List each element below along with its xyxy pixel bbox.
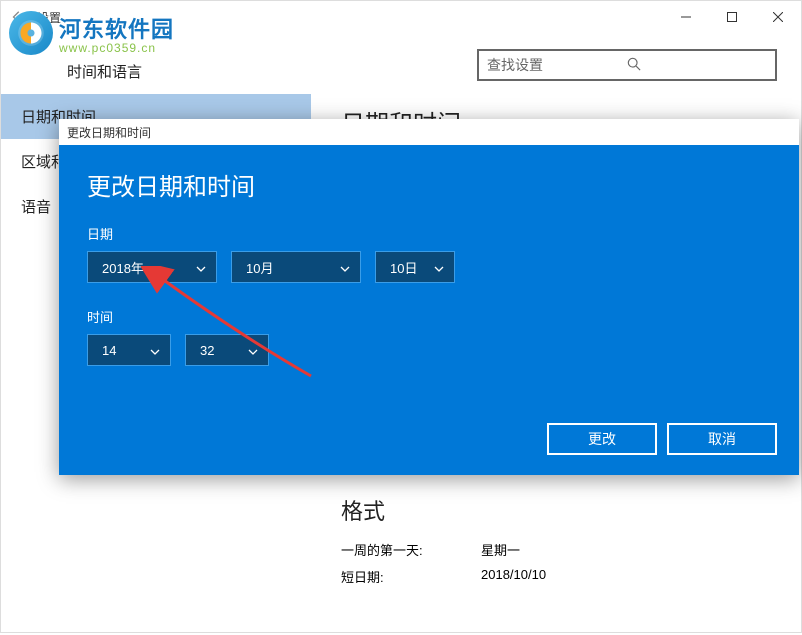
change-datetime-dialog: 更改日期和时间 更改日期和时间 日期 2018年 10月 10日 时间 14	[59, 119, 799, 475]
chevron-down-icon	[434, 260, 444, 275]
first-day-key: 一周的第一天:	[341, 540, 441, 559]
year-dropdown[interactable]: 2018年	[87, 251, 217, 283]
month-dropdown[interactable]: 10月	[231, 251, 361, 283]
short-date-value: 2018/10/10	[481, 567, 546, 586]
first-day-value: 星期一	[481, 540, 520, 559]
short-date-key: 短日期:	[341, 567, 441, 586]
dialog-heading: 更改日期和时间	[87, 167, 771, 202]
chevron-down-icon	[248, 343, 258, 358]
dialog-titlebar: 更改日期和时间	[59, 119, 799, 145]
search-placeholder: 查找设置	[487, 55, 627, 75]
window-titlebar: 设置	[1, 1, 801, 33]
date-label: 日期	[87, 224, 771, 243]
chevron-down-icon	[340, 260, 350, 275]
close-button[interactable]	[755, 1, 801, 33]
hour-dropdown[interactable]: 14	[87, 334, 171, 366]
dialog-title: 更改日期和时间	[67, 124, 151, 141]
chevron-down-icon	[150, 343, 160, 358]
time-label: 时间	[87, 307, 771, 326]
back-button[interactable]	[1, 1, 33, 33]
search-icon	[627, 57, 767, 74]
page-subtitle: 时间和语言	[25, 41, 142, 82]
minute-dropdown[interactable]: 32	[185, 334, 269, 366]
chevron-down-icon	[196, 260, 206, 275]
day-dropdown[interactable]: 10日	[375, 251, 455, 283]
format-heading: 格式	[341, 494, 771, 526]
search-input[interactable]: 查找设置	[477, 49, 777, 81]
cancel-button[interactable]: 取消	[667, 423, 777, 455]
window-title: 设置	[37, 9, 61, 26]
minimize-button[interactable]	[663, 1, 709, 33]
confirm-button[interactable]: 更改	[547, 423, 657, 455]
maximize-button[interactable]	[709, 1, 755, 33]
page-header: 时间和语言 查找设置	[1, 33, 801, 94]
